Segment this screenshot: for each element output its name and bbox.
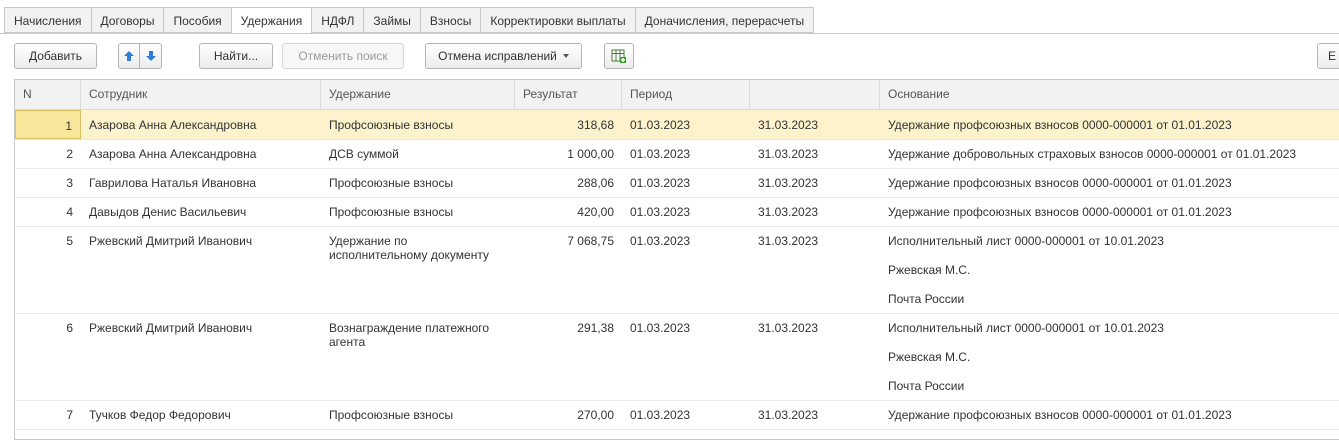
col-header-period[interactable]: Период bbox=[622, 80, 750, 109]
basis-document: Исполнительный лист 0000-000001 от 10.01… bbox=[888, 234, 1164, 248]
col-header-n[interactable]: N bbox=[15, 80, 81, 109]
row-number: 5 bbox=[66, 234, 73, 248]
row-employee: Азарова Анна Александровна bbox=[89, 118, 257, 132]
chevron-down-icon bbox=[562, 54, 569, 58]
add-button[interactable]: Добавить bbox=[14, 43, 97, 69]
basis-delivery: Почта России bbox=[888, 292, 965, 306]
move-down-button[interactable] bbox=[140, 43, 162, 69]
tab-additional-accruals[interactable]: Доначисления, перерасчеты bbox=[634, 7, 815, 33]
tab-loans[interactable]: Займы bbox=[363, 7, 420, 33]
tab-contributions[interactable]: Взносы bbox=[419, 7, 481, 33]
find-button[interactable]: Найти... bbox=[199, 43, 273, 69]
row-basis: Удержание профсоюзных взносов 0000-00000… bbox=[888, 118, 1232, 132]
table-row[interactable]: 4 Давыдов Денис Васильевич Профсоюзные в… bbox=[15, 197, 1339, 227]
tab-divider bbox=[0, 33, 1339, 34]
col-header-period-end[interactable] bbox=[750, 80, 880, 109]
table-row[interactable]: 1 Азарова Анна Александровна Профсоюзные… bbox=[15, 110, 1339, 140]
row-deduction: Вознаграждение платежного агента bbox=[329, 321, 490, 349]
row-period-from: 01.03.2023 bbox=[630, 408, 691, 422]
arrow-up-icon bbox=[124, 51, 134, 61]
row-result: 1 000,00 bbox=[567, 147, 614, 161]
row-result: 7 068,75 bbox=[567, 234, 614, 248]
row-employee: Тучков Федор Федорович bbox=[89, 408, 231, 422]
row-result: 288,06 bbox=[577, 176, 614, 190]
row-number: 1 bbox=[15, 110, 81, 139]
row-period-from: 01.03.2023 bbox=[630, 118, 691, 132]
row-deduction: ДСВ суммой bbox=[329, 147, 399, 161]
cancel-fixes-dropdown[interactable]: Отмена исправлений bbox=[425, 43, 582, 69]
row-period-from: 01.03.2023 bbox=[630, 205, 691, 219]
row-period-from: 01.03.2023 bbox=[630, 234, 691, 248]
row-deduction: Профсоюзные взносы bbox=[329, 205, 454, 219]
tab-deductions[interactable]: Удержания bbox=[230, 7, 312, 34]
basis-document: Исполнительный лист 0000-000001 от 10.01… bbox=[888, 321, 1164, 335]
cancel-search-button[interactable]: Отменить поиск bbox=[282, 43, 404, 69]
tab-payment-corrections[interactable]: Корректировки выплаты bbox=[480, 7, 635, 33]
basis-delivery: Почта России bbox=[888, 379, 965, 393]
row-period-to: 31.03.2023 bbox=[758, 147, 819, 161]
row-result: 270,00 bbox=[577, 408, 614, 422]
basis-recipient: Ржевская М.С. bbox=[888, 263, 971, 277]
row-deduction: Профсоюзные взносы bbox=[329, 118, 454, 132]
row-employee: Давыдов Денис Васильевич bbox=[89, 205, 247, 219]
tab-ndfl[interactable]: НДФЛ bbox=[311, 7, 364, 33]
row-number: 7 bbox=[66, 408, 73, 422]
move-up-button[interactable] bbox=[118, 43, 140, 69]
row-number: 2 bbox=[66, 147, 73, 161]
row-period-to: 31.03.2023 bbox=[758, 234, 819, 248]
row-deduction: Профсоюзные взносы bbox=[329, 176, 454, 190]
table-row[interactable]: 5 Ржевский Дмитрий Иванович Удержание по… bbox=[15, 226, 1339, 314]
row-period-from: 01.03.2023 bbox=[630, 176, 691, 190]
row-period-to: 31.03.2023 bbox=[758, 321, 819, 335]
table-settings-button[interactable] bbox=[604, 43, 634, 69]
row-period-from: 01.03.2023 bbox=[630, 147, 691, 161]
table-row[interactable]: 2 Азарова Анна Александровна ДСВ суммой … bbox=[15, 139, 1339, 169]
row-basis: Исполнительный лист 0000-000001 от 10.01… bbox=[880, 226, 1339, 313]
tab-accruals[interactable]: Начисления bbox=[4, 7, 91, 33]
row-period-to: 31.03.2023 bbox=[758, 118, 819, 132]
arrow-down-icon bbox=[145, 51, 156, 61]
row-result: 318,68 bbox=[577, 118, 614, 132]
row-basis: Исполнительный лист 0000-000001 от 10.01… bbox=[880, 313, 1339, 400]
row-number: 4 bbox=[66, 205, 73, 219]
more-button[interactable]: Е bbox=[1317, 43, 1339, 69]
col-header-deduction[interactable]: Удержание bbox=[321, 80, 515, 109]
tab-benefits[interactable]: Пособия bbox=[163, 7, 231, 33]
row-period-to: 31.03.2023 bbox=[758, 176, 819, 190]
row-employee: Ржевский Дмитрий Иванович bbox=[89, 234, 253, 248]
row-deduction: Профсоюзные взносы bbox=[329, 408, 454, 422]
row-period-to: 31.03.2023 bbox=[758, 408, 819, 422]
cancel-fixes-label: Отмена исправлений bbox=[438, 49, 557, 63]
grid-add-icon bbox=[611, 49, 626, 63]
row-result: 291,38 bbox=[577, 321, 614, 335]
row-deduction: Удержание по исполнительному документу bbox=[329, 234, 489, 262]
table-header: N Сотрудник Удержание Результат Период О… bbox=[15, 80, 1339, 110]
deductions-table: N Сотрудник Удержание Результат Период О… bbox=[14, 79, 1339, 440]
row-period-to: 31.03.2023 bbox=[758, 205, 819, 219]
table-row[interactable]: 3 Гаврилова Наталья Ивановна Профсоюзные… bbox=[15, 168, 1339, 198]
row-basis: Удержание профсоюзных взносов 0000-00000… bbox=[888, 176, 1232, 190]
col-header-result[interactable]: Результат bbox=[515, 80, 622, 109]
tab-bar: Начисления Договоры Пособия Удержания НД… bbox=[4, 7, 815, 34]
col-header-basis[interactable]: Основание bbox=[880, 80, 1339, 109]
row-basis: Удержание профсоюзных взносов 0000-00000… bbox=[888, 408, 1232, 422]
table-row[interactable]: 6 Ржевский Дмитрий Иванович Вознагражден… bbox=[15, 313, 1339, 401]
row-employee: Гаврилова Наталья Ивановна bbox=[89, 176, 257, 190]
table-row[interactable]: 7 Тучков Федор Федорович Профсоюзные взн… bbox=[15, 400, 1339, 430]
tab-contracts[interactable]: Договоры bbox=[90, 7, 164, 33]
col-header-employee[interactable]: Сотрудник bbox=[81, 80, 321, 109]
basis-recipient: Ржевская М.С. bbox=[888, 350, 971, 364]
row-number: 6 bbox=[66, 321, 73, 335]
row-period-from: 01.03.2023 bbox=[630, 321, 691, 335]
row-employee: Ржевский Дмитрий Иванович bbox=[89, 321, 253, 335]
row-basis: Удержание профсоюзных взносов 0000-00000… bbox=[888, 205, 1232, 219]
row-basis: Удержание добровольных страховых взносов… bbox=[888, 147, 1297, 161]
row-number: 3 bbox=[66, 176, 73, 190]
row-employee: Азарова Анна Александровна bbox=[89, 147, 257, 161]
row-result: 420,00 bbox=[577, 205, 614, 219]
